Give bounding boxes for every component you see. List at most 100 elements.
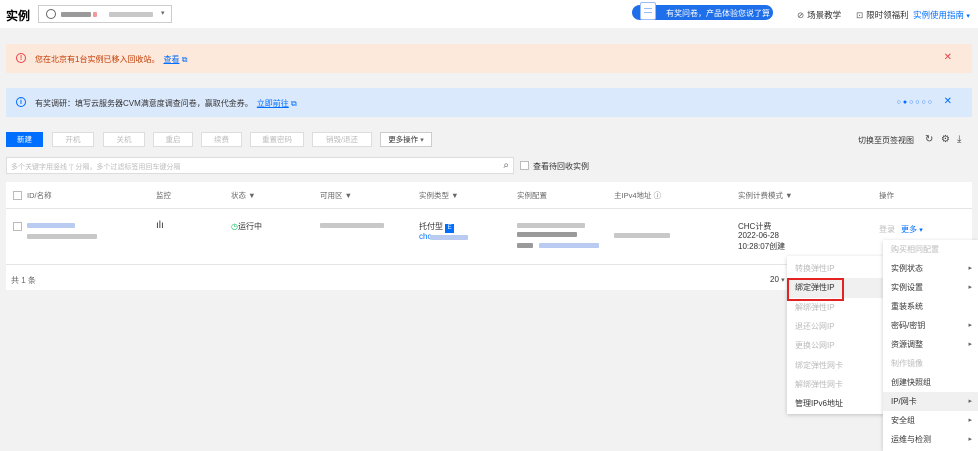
created-date: 2022-06-28 (738, 231, 779, 240)
close-icon[interactable]: ✕ (944, 96, 952, 107)
more-menu-item-label: IP/网卡 (891, 397, 917, 406)
page-size-select[interactable]: 20 ▾ (770, 275, 785, 284)
renew-button[interactable]: 续费 (201, 132, 242, 147)
chevron-right-icon: ▸ (968, 265, 972, 272)
more-menu-item-1[interactable]: 实例状态 ▸ (883, 259, 978, 278)
more-menu-item-4[interactable]: 密码/密钥 ▸ (883, 316, 978, 335)
more-menu-item-10[interactable]: 运维与检测 ▸ (883, 430, 978, 449)
more-menu-item-label: 实例设置 (891, 283, 923, 292)
chevron-down-icon: ▾ (781, 277, 785, 284)
col-instance-type[interactable]: 实例类型 ▼ (419, 190, 459, 201)
more-menu-item-label: 运维与检测 (891, 435, 931, 444)
region-select[interactable]: ▾ (38, 5, 172, 23)
ip-submenu-item-label: 绑定弹性网卡 (795, 360, 843, 370)
ip-submenu-item-4: 更换公网IP (787, 336, 885, 355)
recycle-alert: ! 您在北京有1台实例已移入回收站。 查看 ⧉ ✕ (6, 44, 972, 73)
external-link-icon: ⧉ (181, 55, 188, 64)
select-all-checkbox[interactable] (13, 191, 22, 200)
region-detail-redacted (109, 12, 153, 17)
refresh-icon[interactable]: ↻ (925, 134, 933, 145)
col-zone[interactable]: 可用区 ▼ (320, 190, 352, 201)
carousel-dots[interactable]: ○●○○○○ (897, 99, 934, 106)
warning-icon: ! (16, 53, 26, 63)
instance-name-redacted (27, 234, 97, 239)
more-menu-item-label: 实例状态 (891, 264, 923, 273)
more-menu-item-0: 购买相同配置 (883, 240, 978, 259)
show-recycle-checkbox[interactable] (520, 161, 529, 170)
top-bar: 实例 ▾ 有奖问卷，产品体验您说了算 ⊘ 场景教学 ⊡ 限时领福利 实例使用指南 ▾ (0, 0, 978, 28)
ipv4-redacted (614, 233, 670, 238)
reset-password-button[interactable]: 重置密码 (250, 132, 304, 147)
ip-submenu-item-7[interactable]: 管理IPv6地址 (787, 394, 885, 413)
filter-icon: ▼ (451, 191, 459, 200)
ip-submenu-item-label: 管理IPv6地址 (795, 399, 844, 409)
tour-icon: ⊘ (797, 10, 805, 20)
col-status[interactable]: 状态 ▼ (231, 190, 256, 201)
more-menu-item-5[interactable]: 资源调整 ▸ (883, 335, 978, 354)
instance-id-redacted[interactable] (27, 223, 75, 228)
info-icon: i (16, 97, 26, 107)
more-menu-item-2[interactable]: 实例设置 ▸ (883, 278, 978, 297)
col-ipv4: 主IPv4地址 ⓘ (614, 191, 662, 200)
more-menu-item-label: 创建快照组 (891, 378, 931, 387)
ip-submenu-item-6: 解绑弹性网卡 (787, 375, 885, 394)
restart-button[interactable]: 重启 (153, 132, 193, 147)
more-menu-item-label: 安全组 (891, 416, 915, 425)
survey-go-link[interactable]: 立即前往 (257, 99, 289, 108)
more-actions-menu: 购买相同配置 实例状态 ▸ 实例设置 ▸ 重装系统 密码/密钥 ▸ 资源调整 ▸ 制作镜像 创建快照组… (883, 240, 978, 451)
switch-tab-view-link[interactable]: 切换至页签视图 (858, 135, 914, 146)
destroy-return-button[interactable]: 销毁/退还 (312, 132, 372, 147)
col-billing[interactable]: 实例计费模式 ▼ (738, 190, 793, 201)
more-menu-item-label: 重装系统 (891, 302, 923, 311)
instance-type-sub-redacted (430, 235, 468, 240)
row-checkbox[interactable] (13, 222, 22, 231)
start-button[interactable]: 开机 (52, 132, 94, 147)
more-actions-link[interactable]: 更多 ▾ (901, 224, 923, 235)
more-menu-item-7[interactable]: 创建快照组 (883, 373, 978, 392)
type-badge-icon: E (445, 224, 455, 233)
chevron-right-icon: ▸ (968, 436, 972, 443)
running-icon: ◷ (231, 222, 238, 231)
monitor-chart-icon[interactable]: ılı (156, 220, 164, 231)
show-recycle-label: 查看待回收实例 (533, 162, 589, 171)
more-menu-item-8[interactable]: IP/网卡 ▸ (883, 392, 978, 411)
page-title: 实例 (6, 9, 31, 23)
download-icon[interactable]: ⤓ (957, 134, 961, 145)
gear-icon[interactable]: ⚙ (941, 134, 950, 145)
col-config: 实例配置 (517, 191, 547, 200)
ip-submenu-item-label: 转换弹性IP (795, 264, 835, 273)
search-icon[interactable]: ⌕ (503, 160, 509, 171)
filter-icon: ▼ (785, 191, 793, 200)
login-link[interactable]: 登录 (879, 224, 895, 235)
more-menu-item-label: 密码/密钥 (891, 321, 926, 330)
survey-alert-text: 有奖调研：填写云服务器CVM满意度调查问卷，赢取代金券。 (35, 99, 253, 108)
nav-free-benefits[interactable]: ⊡ 限时领福利 (856, 9, 909, 21)
chevron-right-icon: ▸ (968, 284, 972, 291)
more-menu-item-9[interactable]: 安全组 ▸ (883, 411, 978, 430)
more-menu-item-6: 制作镜像 (883, 354, 978, 373)
chevron-right-icon: ▸ (968, 341, 972, 348)
view-recycle-link[interactable]: 查看 (163, 55, 179, 64)
ip-submenu-item-5: 绑定弹性网卡 (787, 356, 885, 375)
col-id-name: ID/名称 (27, 191, 52, 200)
create-button[interactable]: 新建 (6, 132, 43, 147)
zone-redacted (320, 223, 384, 228)
created-time: 10:28:07创建 (738, 242, 786, 251)
questionnaire-icon (640, 2, 656, 20)
globe-icon (46, 9, 56, 19)
search-input[interactable]: 多个关键字用竖线 '|' 分隔，多个过滤标签用回车键分隔 ⌕ (6, 157, 514, 174)
more-menu-item-3[interactable]: 重装系统 (883, 297, 978, 316)
external-link-icon: ⧉ (291, 99, 297, 108)
survey-alert: i 有奖调研：填写云服务器CVM满意度调查问卷，赢取代金券。 立即前往 ⧉ ○●○… (6, 88, 972, 117)
ip-submenu-item-label: 退还公网IP (795, 321, 835, 331)
gift-icon: ⊡ (856, 10, 864, 20)
nav-usage-guide[interactable]: 实例使用指南 ▾ (913, 9, 970, 21)
survey-banner-button[interactable]: 有奖问卷，产品体验您说了算 (632, 2, 773, 20)
ip-submenu-item-label: 解绑弹性网卡 (795, 379, 843, 389)
recycle-alert-text: 您在北京有1台实例已移入回收站。 (35, 55, 160, 64)
close-icon[interactable]: ✕ (944, 52, 952, 63)
shutdown-button[interactable]: 关机 (103, 132, 145, 147)
more-actions-button[interactable]: 更多操作 ▾ (380, 132, 432, 147)
nav-scene-tutorial[interactable]: ⊘ 场景教学 (797, 9, 841, 21)
ip-submenu-item-0: 转换弹性IP (787, 259, 885, 278)
